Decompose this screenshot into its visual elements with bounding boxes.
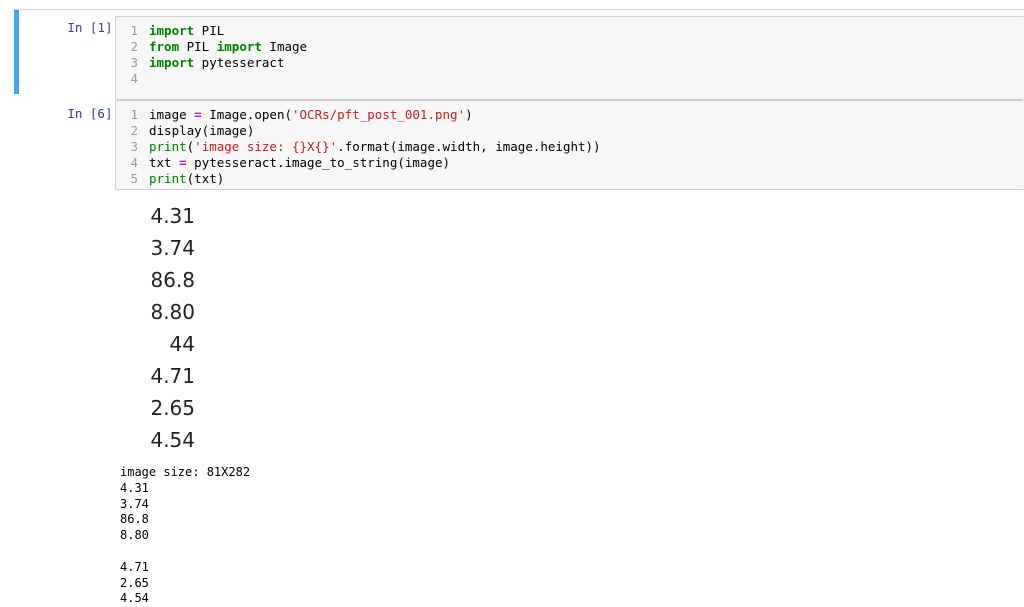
displayed-image-output: 4.31 3.74 86.8 8.80 44 4.71 2.65 4.54	[150, 200, 250, 456]
line-number: 4	[130, 155, 138, 170]
code-token: pytesseract	[194, 55, 285, 70]
code-line[interactable]: 2 from PIL import Image	[116, 39, 1024, 55]
stdout-line: image size: 81X282	[120, 465, 251, 479]
input-prompt: In [1]:	[67, 20, 120, 35]
stdout-line	[120, 544, 250, 560]
code-token: (txt)	[186, 171, 225, 186]
code-token: txt	[149, 155, 180, 170]
code-token: import	[149, 23, 195, 38]
code-token: import	[216, 39, 262, 54]
stdout-line: 86.8	[120, 512, 149, 527]
code-text: display(image)	[149, 123, 254, 139]
code-token: import	[149, 55, 195, 70]
code-token: )	[465, 107, 473, 122]
code-text: import PIL	[149, 23, 224, 39]
image-number: 4.54	[150, 428, 195, 452]
stdout-line: 4.54	[120, 591, 149, 606]
code-token: PIL	[194, 23, 225, 38]
image-number: 2.65	[150, 396, 195, 420]
code-token: pytesseract.image_to_string(image)	[186, 155, 451, 170]
code-line[interactable]: 1 image = Image.open('OCRs/pft_post_001.p…	[116, 107, 1024, 123]
line-number: 3	[130, 139, 138, 154]
image-number: 4.71	[150, 364, 195, 388]
image-number: 3.74	[150, 236, 195, 260]
code-token: 'OCRs/pft_post_001.png'	[292, 107, 466, 122]
code-text: txt = pytesseract.image_to_string(image)	[149, 155, 450, 171]
image-number: 4.31	[150, 204, 195, 228]
code-text: from PIL import Image	[149, 39, 307, 55]
code-token: display(image)	[149, 123, 255, 138]
stdout-line: 2.65	[120, 575, 149, 590]
stdout-line: 4.71	[120, 559, 149, 574]
code-token: Image	[261, 39, 308, 54]
code-token: Image.open(	[201, 107, 292, 122]
code-token: .format(image.width, image.height))	[337, 139, 601, 154]
code-line[interactable]: 3 import pytesseract	[116, 55, 1024, 71]
code-text: import pytesseract	[149, 55, 284, 71]
image-number: 8.80	[150, 300, 195, 324]
line-number: 1	[130, 23, 138, 38]
code-token: from	[149, 39, 180, 54]
code-text: image = Image.open('OCRs/pft_post_001.pn…	[149, 107, 473, 123]
line-number: 3	[130, 55, 138, 70]
code-line[interactable]: 2 display(image)	[116, 123, 1024, 139]
line-number: 4	[130, 71, 138, 86]
code-line[interactable]: 4 txt = pytesseract.image_to_string(image…	[116, 155, 1024, 171]
code-token: =	[179, 155, 187, 170]
line-number: 5	[130, 171, 138, 186]
code-line[interactable]: 1 import PIL	[116, 23, 1024, 39]
code-token: image	[149, 107, 195, 122]
stdout-line: 3.74	[120, 496, 149, 511]
stdout-output: image size: 81X282 4.31 3.74 86.8 8.80 4.71 2.…	[120, 465, 250, 607]
code-line[interactable]: 4	[116, 71, 1024, 87]
input-prompt: In [6]:	[67, 106, 120, 121]
image-number: 86.8	[150, 268, 195, 292]
code-cell-6[interactable]: In [6]: 1 image = Image.open('OCRs/pft_po…	[14, 98, 1024, 190]
code-token: =	[194, 107, 202, 122]
stdout-line: 8.80	[120, 528, 149, 543]
stdout-line: 4.31	[120, 480, 149, 495]
code-token: PIL	[179, 39, 217, 54]
code-text: print('image size: {}X{}'.format(image.w…	[149, 139, 601, 155]
code-line[interactable]: 5 print(txt)	[116, 171, 1024, 187]
image-number: 44	[169, 332, 195, 356]
code-token: 'image size: {}X{}'	[194, 139, 338, 154]
code-editor[interactable]: 1 import PIL 2 from PIL import Image 3 import…	[115, 16, 1024, 100]
code-text: print(txt)	[149, 171, 224, 187]
line-number: 1	[130, 107, 138, 122]
code-editor[interactable]: 1 image = Image.open('OCRs/pft_post_001.p…	[115, 100, 1024, 190]
line-number: 2	[130, 123, 138, 138]
line-number: 2	[130, 39, 138, 54]
selected-cell-indicator	[14, 10, 19, 94]
code-token: print	[149, 171, 187, 186]
code-line[interactable]: 3 print('image size: {}X{}'.format(image.…	[116, 139, 1024, 155]
code-cell-1[interactable]: In [1]: 1 import PIL 2 from PIL import Imag…	[14, 10, 1024, 100]
code-token: print	[149, 139, 187, 154]
